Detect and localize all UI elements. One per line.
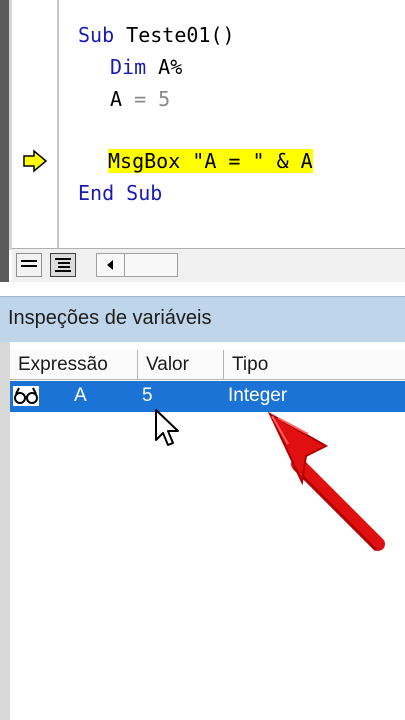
code-editor[interactable]: Sub Teste01() Dim A% A = 5 MsgBox "A = "… — [0, 0, 405, 290]
mouse-pointer-icon — [155, 409, 179, 446]
glasses-icon — [13, 386, 39, 406]
code-line-msgbox[interactable]: MsgBox "A = " & A — [108, 148, 313, 174]
procedure-view-button[interactable] — [16, 253, 42, 277]
code-line-dim[interactable]: Dim A% — [110, 54, 182, 80]
watch-left-edge — [0, 342, 10, 720]
full-module-view-button[interactable] — [50, 253, 76, 277]
code-line-end-sub[interactable]: End Sub — [78, 180, 162, 206]
watch-value: 5 — [142, 385, 153, 406]
column-header-expression[interactable]: Expressão — [10, 350, 138, 380]
watch-window-title-bar[interactable]: Inspeções de variáveis — [0, 296, 405, 342]
editor-view-toolbar — [12, 248, 405, 283]
watch-expression: A — [74, 385, 87, 406]
code-line-assign[interactable]: A = 5 — [110, 86, 170, 112]
column-header-value[interactable]: Valor — [138, 350, 224, 380]
procedure-view-icon — [21, 260, 37, 267]
panel-gap — [0, 282, 405, 296]
margin-separator — [57, 0, 59, 248]
red-arrow-annotation — [267, 411, 385, 552]
column-header-type[interactable]: Tipo — [224, 350, 405, 380]
current-line-arrow-icon — [23, 149, 48, 173]
scroll-left-arrow-icon[interactable] — [97, 254, 125, 276]
code-line-sub[interactable]: Sub Teste01() — [78, 22, 235, 48]
watch-window-title: Inspeções de variáveis — [8, 307, 212, 329]
editor-margin-strip — [9, 0, 12, 250]
full-module-view-icon — [55, 258, 71, 272]
window-border — [0, 0, 9, 290]
horizontal-scrollbar[interactable] — [96, 253, 178, 277]
